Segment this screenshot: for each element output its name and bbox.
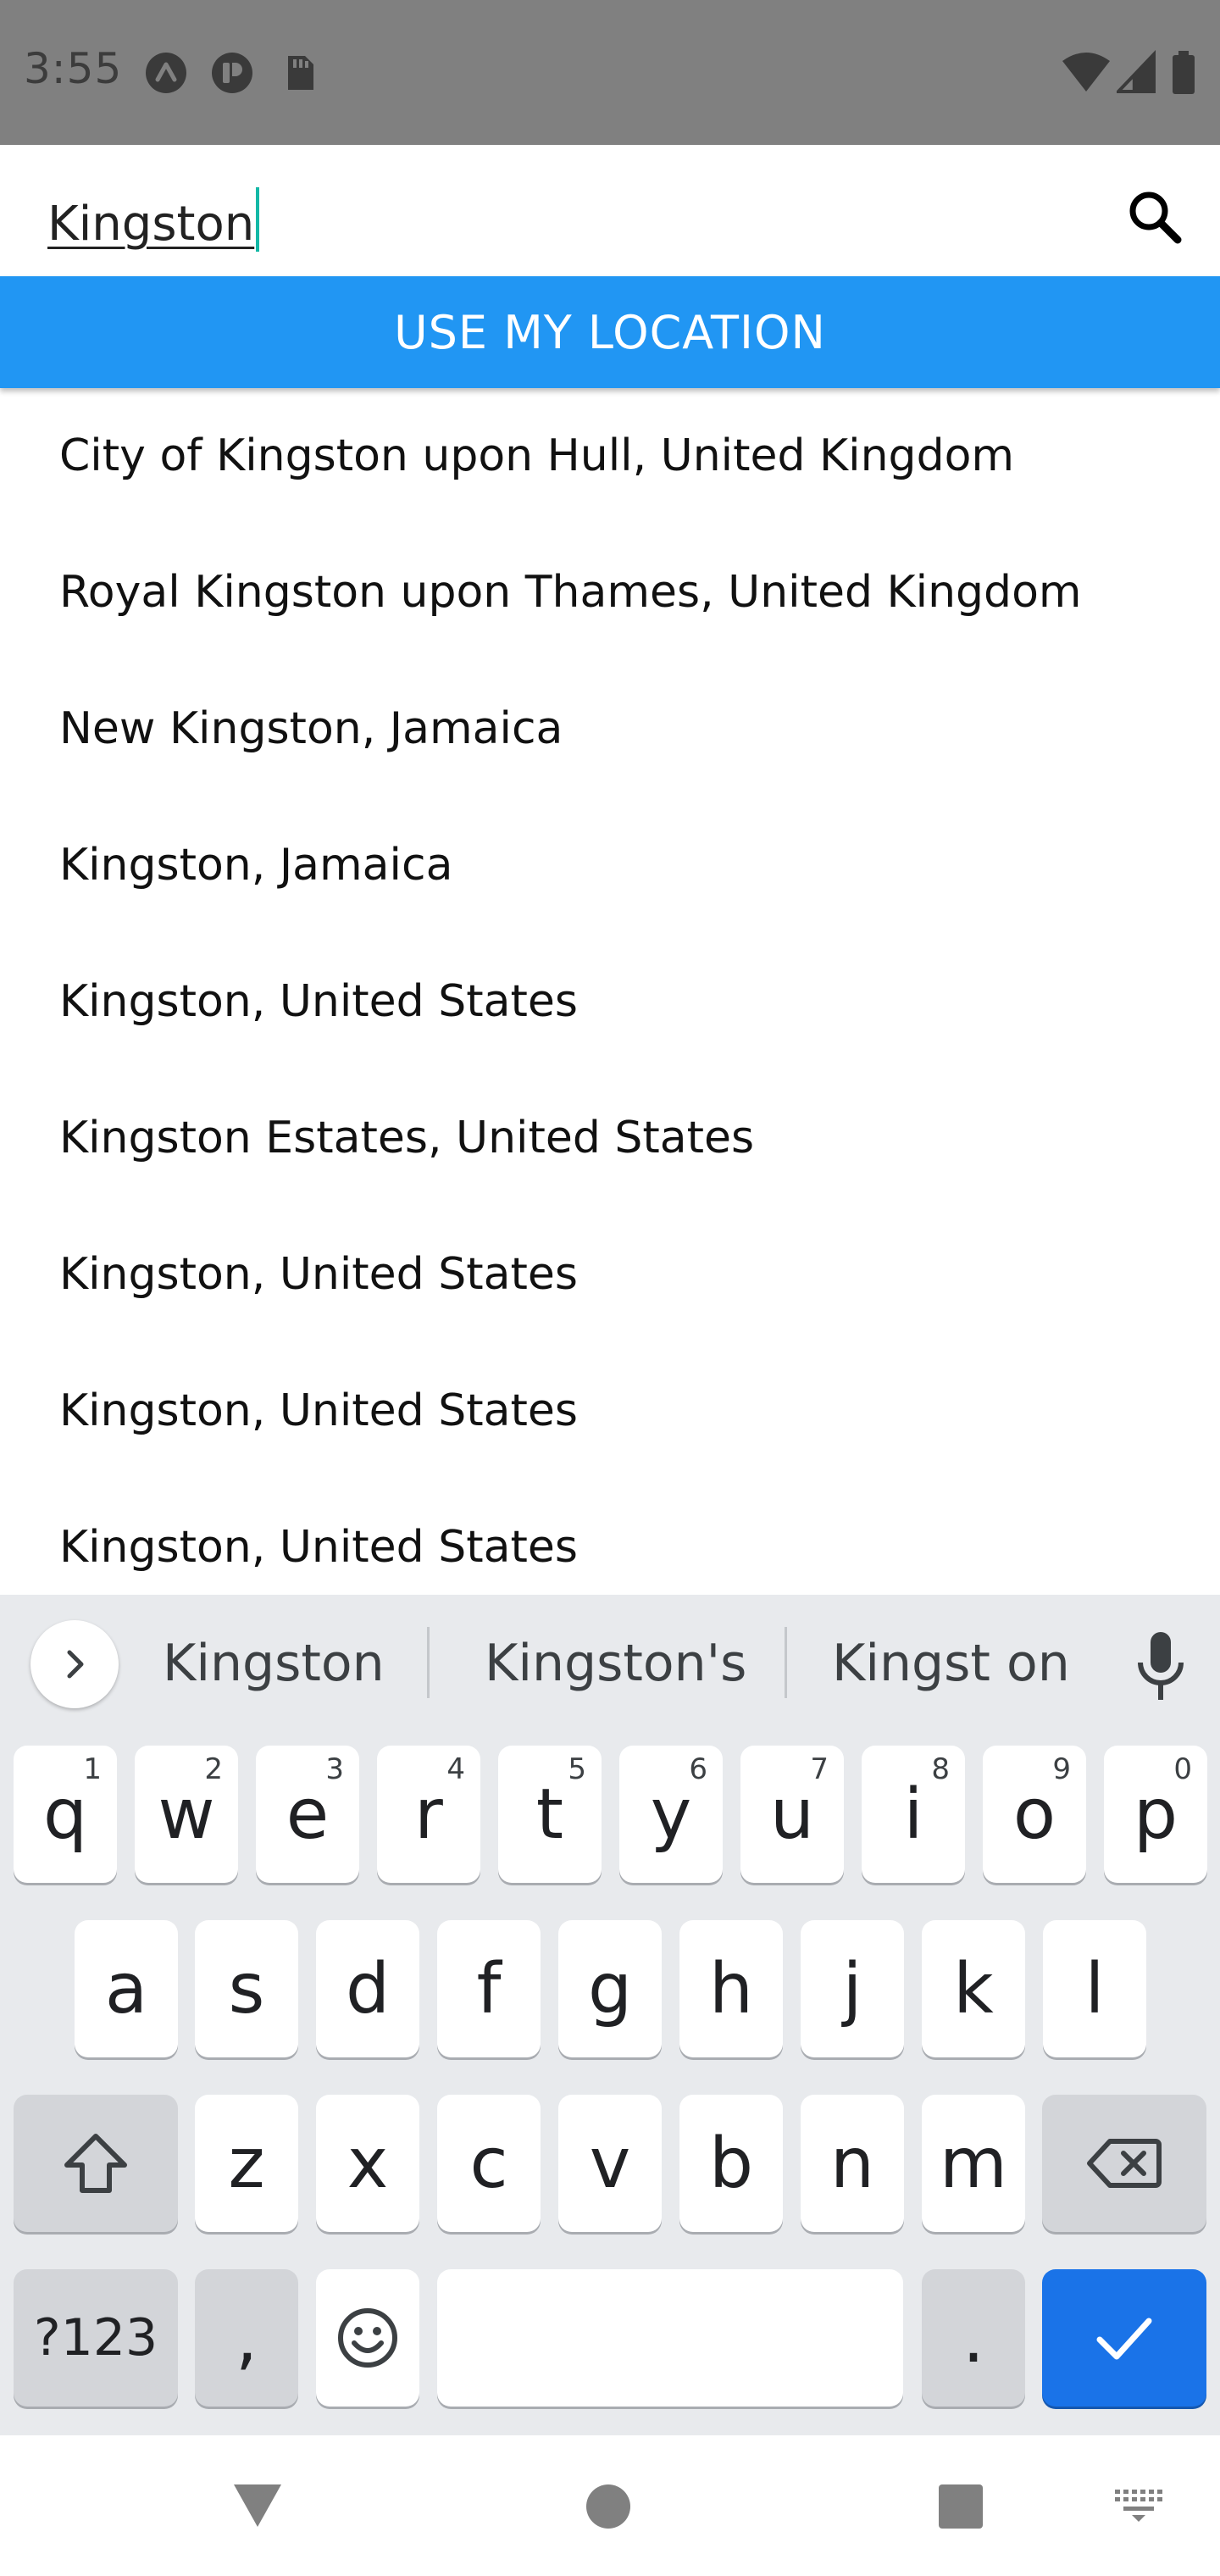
key-m[interactable]: m [922,2095,1025,2232]
key-z[interactable]: z [195,2095,298,2232]
period-key[interactable]: . [922,2269,1025,2407]
key-o[interactable]: o9 [983,1746,1086,1883]
recents-square-icon[interactable] [937,2483,984,2530]
result-item[interactable]: City of Kingston upon Hull, United Kingd… [59,430,1014,481]
keyboard-switch-icon[interactable] [1113,2486,1164,2523]
result-item[interactable]: Kingston, United States [59,1385,578,1436]
key-l[interactable]: l [1043,1920,1146,2057]
suggestion-item[interactable]: Kingston [163,1634,385,1693]
result-item[interactable]: Kingston, Jamaica [59,840,452,891]
search-bar: Kingston [0,145,1220,276]
key-r[interactable]: r4 [377,1746,480,1883]
soft-keyboard: Kingston Kingston's Kingst on q1 w2 e3 r… [0,1595,1220,2435]
key-w[interactable]: w2 [135,1746,238,1883]
key-f[interactable]: f [437,1920,541,2057]
key-x[interactable]: x [316,2095,419,2232]
status-bar: 3:55 [0,0,1220,145]
key-j[interactable]: j [801,1920,904,2057]
key-s[interactable]: s [195,1920,298,2057]
suggestion-divider [427,1627,430,1698]
enter-key[interactable] [1042,2269,1206,2407]
result-item[interactable]: Kingston, United States [59,1249,578,1300]
use-my-location-button[interactable]: USE MY LOCATION [0,276,1220,388]
emoji-icon [338,2308,397,2368]
microphone-icon[interactable] [1127,1629,1195,1705]
shift-arrow-icon [64,2134,127,2193]
suggestion-strip: Kingston Kingston's Kingst on [0,1595,1220,1730]
key-i[interactable]: i8 [862,1746,965,1883]
backspace-key[interactable] [1042,2095,1206,2232]
comma-key[interactable]: , [195,2269,298,2407]
key-g[interactable]: g [558,1920,662,2057]
back-triangle-icon[interactable] [230,2479,285,2530]
key-y[interactable]: y6 [619,1746,723,1883]
key-e[interactable]: e3 [256,1746,359,1883]
navigation-bar [0,2435,1220,2576]
emoji-key[interactable] [316,2269,419,2407]
key-d[interactable]: d [316,1920,419,2057]
result-item[interactable]: Royal Kingston upon Thames, United Kingd… [59,567,1082,618]
key-u[interactable]: u7 [740,1746,844,1883]
results-list: City of Kingston upon Hull, United Kingd… [0,388,1220,1595]
suggestion-divider [785,1627,787,1698]
result-item[interactable]: Kingston Estates, United States [59,1113,754,1163]
result-item[interactable]: Kingston, United States [59,976,578,1027]
search-icon [1129,192,1182,244]
expand-toolbar-button[interactable] [30,1620,119,1708]
sd-card-icon [288,56,313,90]
battery-icon [1173,51,1195,94]
wifi-icon [1062,53,1110,92]
result-item[interactable]: Kingston, United States [59,1522,578,1573]
cell-signal-icon [1117,50,1156,93]
backspace-icon [1087,2139,1162,2188]
symbols-key[interactable]: ?123 [14,2269,178,2407]
key-t[interactable]: t5 [498,1746,602,1883]
status-time: 3:55 [24,44,123,93]
sync-circle-icon [146,53,186,93]
key-b[interactable]: b [679,2095,783,2232]
suggestion-item[interactable]: Kingst on [832,1634,1070,1693]
text-cursor [256,187,260,252]
shift-key[interactable] [14,2095,178,2232]
search-button[interactable] [1117,179,1193,255]
search-input-value: Kingston [47,197,255,252]
notification-circle-icon [212,53,252,93]
result-item[interactable]: New Kingston, Jamaica [59,703,563,754]
key-v[interactable]: v [558,2095,662,2232]
key-a[interactable]: a [75,1920,178,2057]
suggestion-item[interactable]: Kingston's [485,1634,746,1693]
key-c[interactable]: c [437,2095,541,2232]
key-n[interactable]: n [801,2095,904,2232]
home-circle-icon[interactable] [585,2483,632,2530]
key-p[interactable]: p0 [1104,1746,1207,1883]
key-q[interactable]: q1 [14,1746,117,1883]
search-input[interactable]: Kingston [47,187,260,252]
checkmark-icon [1096,2318,1152,2360]
space-key[interactable] [437,2269,903,2407]
key-k[interactable]: k [922,1920,1025,2057]
chevron-right-icon [67,1650,84,1679]
key-h[interactable]: h [679,1920,783,2057]
